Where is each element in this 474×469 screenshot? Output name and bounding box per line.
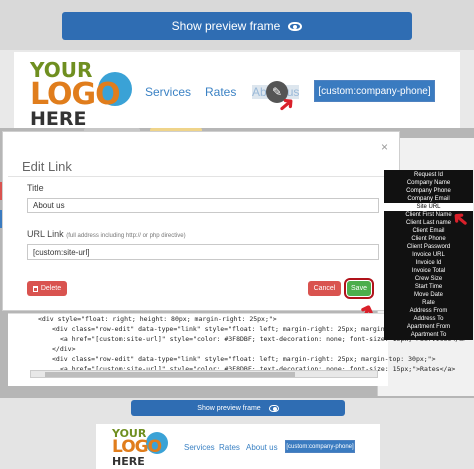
preview-button-label: Show preview frame [171, 19, 281, 33]
url-label-text: URL Link [27, 229, 64, 239]
save-button[interactable]: Save [344, 278, 374, 299]
code-line: <div style="float: right; height: 80px; … [38, 315, 277, 323]
directive-menu-item[interactable]: Company Email [384, 195, 473, 203]
directive-menu-item[interactable]: Move Date [384, 291, 473, 299]
code-line: <div class="row-edit" data-type="link" s… [52, 355, 436, 363]
directive-menu-item[interactable]: Client Password [384, 243, 473, 251]
directive-menu-item[interactable]: Address To [384, 315, 473, 323]
close-icon[interactable]: × [381, 140, 388, 154]
company-phone-box: [custom:company-phone] [285, 440, 355, 453]
dialog-divider [8, 176, 393, 177]
directive-menu-item[interactable]: Client Phone [384, 235, 473, 243]
url-field[interactable]: [custom:site-url] [27, 244, 379, 260]
delete-button[interactable]: Delete [27, 281, 67, 296]
directive-menu-item[interactable]: Crew Size [384, 275, 473, 283]
url-label-hint: (full address including http:// or php d… [66, 233, 186, 239]
directive-menu-item[interactable]: Apartment To [384, 331, 473, 339]
code-line: <div class="row-edit" data-type="link" s… [52, 325, 436, 333]
logo-line-2: LOGO [30, 77, 121, 112]
logo-line-2: LOGO [112, 437, 162, 457]
nav-rates-link[interactable]: Rates [205, 85, 236, 99]
nav-services-link[interactable]: Services [184, 443, 215, 452]
cancel-button-label: Cancel [313, 285, 336, 292]
company-logo-bottom: YOUR LOGO HERE [112, 428, 162, 468]
show-preview-frame-button[interactable]: Show preview frame [62, 12, 412, 40]
title-field-value: About us [33, 201, 65, 210]
logo-line-3: HERE [30, 108, 87, 130]
directive-menu-item[interactable]: Company Phone [384, 187, 473, 195]
dialog-title: Edit Link [22, 159, 72, 174]
trash-icon [32, 285, 38, 292]
directive-menu-item[interactable]: Apartment From [384, 323, 473, 331]
company-logo: YOUR LOGO HERE [30, 60, 121, 130]
title-field[interactable]: About us [27, 198, 379, 213]
nav-rates-link[interactable]: Rates [219, 443, 240, 452]
eye-icon [268, 404, 279, 412]
preview-button-label: Show preview frame [197, 404, 261, 412]
eye-icon [288, 21, 303, 31]
title-field-label: Title [27, 183, 44, 193]
directive-menu-item[interactable]: Invoice URL [384, 251, 473, 259]
directive-menu-item[interactable]: Request Id [384, 171, 473, 179]
directive-menu-item[interactable]: Rate [384, 299, 473, 307]
save-button-label: Save [351, 285, 367, 292]
show-preview-frame-button-bottom[interactable]: Show preview frame [131, 400, 345, 416]
logo-line-3: HERE [112, 455, 145, 468]
nav-services-link[interactable]: Services [145, 85, 191, 99]
directive-menu-item[interactable]: Start Time [384, 283, 473, 291]
company-phone-box: [custom:company-phone] [314, 80, 435, 102]
code-horizontal-scrollbar[interactable] [30, 370, 378, 378]
directive-menu-item[interactable]: Invoice Id [384, 259, 473, 267]
directive-menu-item[interactable]: Address From [384, 307, 473, 315]
code-line: </div> [52, 345, 76, 353]
nav-about-link[interactable]: About us [246, 443, 278, 452]
cancel-button[interactable]: Cancel [308, 281, 341, 296]
delete-button-label: Delete [40, 285, 62, 292]
url-field-label: URL Link (full address including http://… [27, 229, 186, 239]
directive-menu-item[interactable]: Company Name [384, 179, 473, 187]
directive-menu-item[interactable]: Invoice Total [384, 267, 473, 275]
scrollbar-thumb[interactable] [45, 372, 295, 377]
url-field-value: [custom:site-url] [33, 247, 90, 257]
